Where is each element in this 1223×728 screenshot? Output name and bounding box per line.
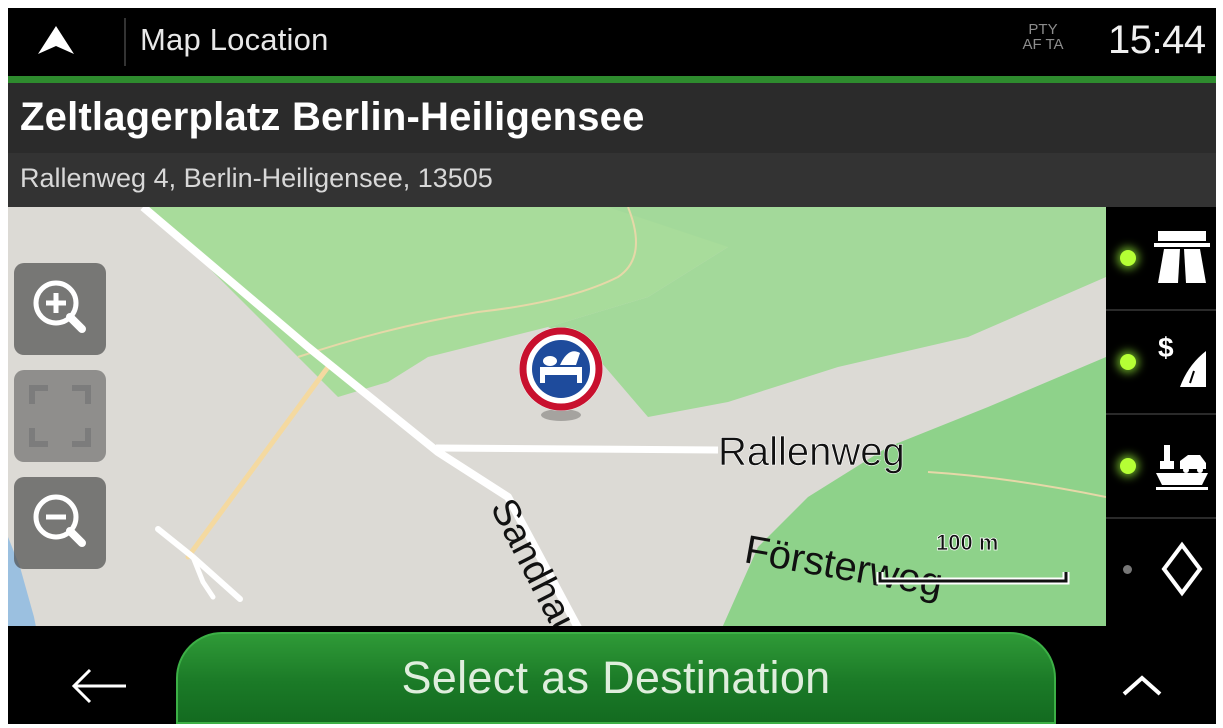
navigation-arrow-icon[interactable] xyxy=(36,22,76,62)
place-header: Zeltlagerplatz Berlin-Heiligensee Rallen… xyxy=(8,83,1216,207)
fit-view-button[interactable] xyxy=(14,370,106,462)
app-window: Map Location PTY AF TA 15:44 Zeltlagerpl… xyxy=(8,8,1216,724)
place-address: Rallenweg 4, Berlin-Heiligensee, 13505 xyxy=(20,163,493,193)
toll-road-icon: $ xyxy=(1158,333,1206,387)
radio-indicator: PTY AF TA xyxy=(1008,22,1078,52)
svg-text:$: $ xyxy=(1158,333,1174,363)
unpaved-road-icon xyxy=(1161,541,1203,597)
top-status-bar: Map Location PTY AF TA 15:44 xyxy=(8,8,1216,76)
zoom-in-icon xyxy=(33,280,86,333)
filter-toll-roads[interactable]: $ xyxy=(1106,311,1216,415)
back-arrow-icon[interactable] xyxy=(48,650,148,710)
filter-motorways[interactable] xyxy=(1106,207,1216,311)
map-scale-label: 100 m xyxy=(936,530,998,555)
topbar-divider xyxy=(124,18,126,66)
status-led xyxy=(1120,250,1136,266)
zoom-out-button[interactable] xyxy=(14,477,106,569)
af-ta-indicator: AF TA xyxy=(1022,36,1064,53)
status-led xyxy=(1120,354,1136,370)
fullscreen-icon xyxy=(29,385,91,447)
select-as-destination-button[interactable]: Select as Destination xyxy=(176,632,1056,724)
place-name: Zeltlagerplatz Berlin-Heiligensee xyxy=(20,95,645,139)
zoom-out-icon xyxy=(33,494,86,547)
filter-ferries[interactable] xyxy=(1106,415,1216,519)
accent-divider xyxy=(8,76,1216,83)
filter-unpaved-roads[interactable] xyxy=(1106,519,1216,621)
chevron-up-icon[interactable] xyxy=(1088,650,1188,710)
map-view[interactable]: Rallenweg Sandhau Försterweg 100 m xyxy=(8,207,1106,637)
motorway-icon xyxy=(1154,231,1210,283)
bottom-action-bar: Select as Destination xyxy=(8,626,1216,724)
street-label-sandhausener: Sandhau xyxy=(482,492,588,637)
address-band: Rallenweg 4, Berlin-Heiligensee, 13505 xyxy=(8,153,1216,207)
screen-title: Map Location xyxy=(140,22,329,57)
status-led xyxy=(1120,458,1136,474)
pty-indicator: PTY xyxy=(1028,21,1058,38)
rallenweg-road xyxy=(435,444,719,454)
minor-road xyxy=(185,364,331,560)
ferry-icon xyxy=(1156,445,1208,490)
status-led xyxy=(1123,565,1132,574)
street-label-rallenweg: Rallenweg xyxy=(718,430,905,474)
campsite-icon[interactable] xyxy=(519,327,603,421)
route-filter-panel: $ xyxy=(1106,207,1216,637)
map-canvas[interactable]: Rallenweg Sandhau Försterweg 100 m xyxy=(8,207,1106,637)
clock: 15:44 xyxy=(1108,18,1206,62)
select-as-destination-label: Select as Destination xyxy=(401,652,831,703)
zoom-in-button[interactable] xyxy=(14,263,106,355)
